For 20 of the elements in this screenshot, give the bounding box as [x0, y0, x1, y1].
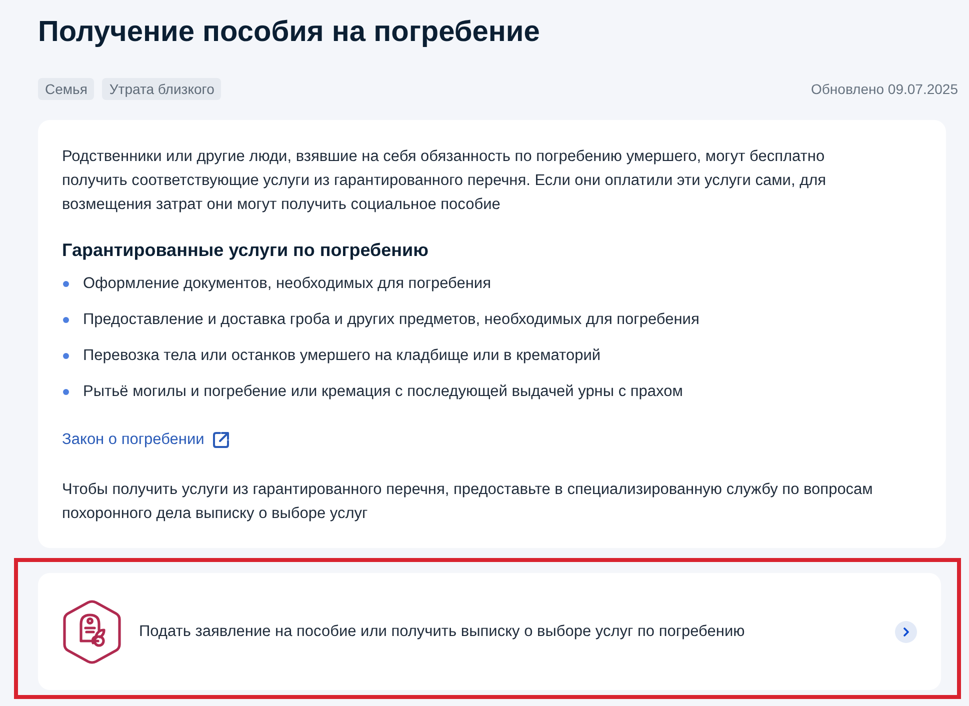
category-tag[interactable]: Семья — [38, 78, 94, 100]
bullet-icon — [63, 317, 69, 323]
intro-paragraph: Родственники или другие люди, взявшие на себя обязанность по погребению умершего, могут бесплатно получить соответствующие услуги из гарантированного перечня. Если они оплатили эти услуги сами, для возмещения затрат они могут получить социальное пособие — [62, 147, 828, 215]
bullet-icon — [63, 389, 69, 395]
service-item: Оформление документов, необходимых для погребения — [83, 274, 491, 294]
section-heading: Гарантированные услуги по погребению — [62, 239, 430, 262]
note-paragraph: Чтобы получить услуги из гарантированного перечня, предоставьте в специализированную службу по вопросам похоронного дела выписку о выборе услуг — [62, 480, 874, 524]
page-title: Получение пособия на погребение — [38, 15, 541, 50]
service-item: Рытьё могилы и погребение или кремация с последующей выдачей урны с прахом — [83, 382, 683, 402]
bullet-icon — [63, 353, 69, 359]
category-tag[interactable]: Утрата близкого — [102, 78, 222, 100]
service-item: Предоставление и доставка гроба и других предметов, необходимых для погребения — [83, 310, 700, 330]
external-link-icon — [212, 431, 230, 449]
service-item: Перевозка тела или останков умершего на кладбище или в крематорий — [83, 346, 601, 366]
apply-card-button[interactable]: Подать заявление на пособие или получить выписку о выборе услуг по погребению — [38, 573, 941, 690]
bullet-icon — [63, 281, 69, 287]
tombstone-hexagon-icon — [62, 598, 122, 664]
chevron-right-icon — [895, 620, 917, 642]
law-link[interactable]: Закон о погребении — [62, 428, 230, 452]
updated-date: Обновлено 09.07.2025 — [811, 81, 958, 97]
